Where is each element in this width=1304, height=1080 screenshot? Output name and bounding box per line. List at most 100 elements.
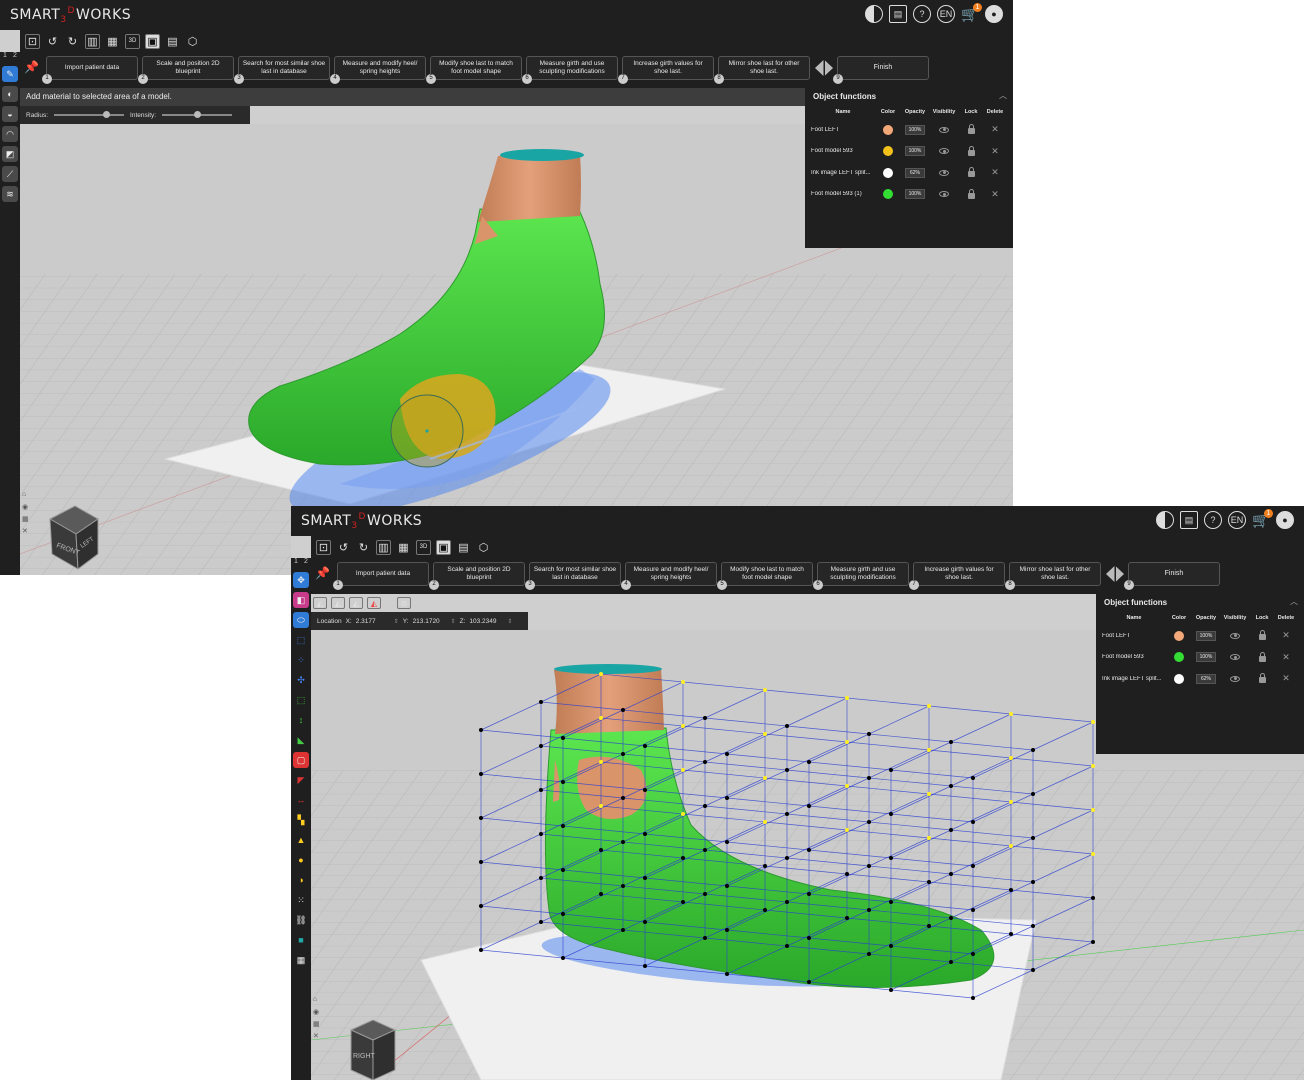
cage-mode-1-icon[interactable]: ◭ [313,597,327,609]
cage-control-point[interactable] [1009,712,1013,716]
cage-control-point[interactable] [643,964,647,968]
eye-view-icon[interactable]: ◉ [313,1008,323,1016]
redo-icon[interactable]: ↻ [65,34,80,49]
eye-icon[interactable] [939,126,949,133]
collapse-icon[interactable]: ︿ [999,90,1007,101]
square-red-icon[interactable]: ▢ [293,752,309,768]
cage-control-point[interactable] [599,672,603,676]
cage-control-point[interactable] [725,928,729,932]
frame-icon[interactable]: ⊡ [316,539,331,555]
cage-control-point[interactable] [1009,756,1013,760]
delete-icon[interactable]: ✕ [1282,673,1290,684]
left-tab-1[interactable]: 1 [3,52,7,62]
step-nav-arrows-icon[interactable] [1106,566,1124,582]
cage-control-point[interactable] [599,892,603,896]
cage-control-point[interactable] [807,760,811,764]
vertical-measure-icon[interactable]: ↕ [293,712,309,728]
sphere-combine-icon[interactable]: ◑ [293,872,309,888]
step-button-2[interactable]: Scale and position 2D blueprint 2 [138,56,234,84]
cage-control-point[interactable] [681,768,685,772]
cage-control-point[interactable] [785,944,789,948]
report-icon[interactable]: ▤ [165,34,180,49]
cage-control-point[interactable] [539,920,543,924]
lock-icon[interactable] [967,167,975,178]
cage-control-point[interactable] [1009,800,1013,804]
left-tab-2[interactable]: 2 [304,558,308,568]
cage-control-point[interactable] [889,944,893,948]
cage-control-point[interactable] [539,744,543,748]
step-nav-arrows-icon[interactable] [815,60,833,76]
contrast-icon[interactable] [865,5,883,23]
cage-control-point[interactable] [927,704,931,708]
pinch-tool-icon[interactable]: ◩ [2,146,18,162]
step-button-3[interactable]: Search for most similar shoe last in dat… [525,562,621,590]
cart-icon[interactable]: 🛒 1 [961,3,982,23]
delete-icon[interactable]: ✕ [991,167,999,178]
cage-control-point[interactable] [971,996,975,1000]
add-material-tool-icon[interactable]: ✎ [2,66,18,82]
finish-button[interactable]: Finish 9 [1124,562,1220,590]
x-field[interactable]: 2.3177 [356,618,390,625]
z-spinner-icon[interactable]: ⇕ [507,618,512,625]
step-button-8[interactable]: Mirror shoe last for other shoe last. 8 [1005,562,1101,590]
cage-control-point[interactable] [479,948,483,952]
lock-icon[interactable] [1258,673,1266,684]
y-field[interactable]: 213.1720 [413,618,447,625]
step-button-4[interactable]: Measure and modify heel/ spring heights 4 [330,56,426,84]
step-button-7[interactable]: Increase girth values for shoe last. 7 [909,562,1005,590]
cage-control-point[interactable] [867,908,871,912]
object-color-swatch[interactable] [1174,673,1184,684]
cage-control-point[interactable] [643,876,647,880]
step-button-4[interactable]: Measure and modify heel/ spring heights 4 [621,562,717,590]
cage-control-point[interactable] [845,696,849,700]
width-measure-icon[interactable]: ↔ [293,792,309,808]
cage-control-point[interactable] [1031,968,1035,972]
object-row[interactable]: Ink image LEFT split... 62% ✕ [805,162,1013,184]
pin-icon[interactable]: 📌 [315,566,331,582]
cage-control-point[interactable] [889,768,893,772]
remove-material-tool-icon[interactable]: ◐ [2,86,18,102]
cage-control-point[interactable] [703,848,707,852]
help-icon[interactable]: ? [1204,511,1222,529]
cage-control-point[interactable] [621,708,625,712]
cage-control-point[interactable] [763,820,767,824]
frame-icon[interactable]: ⊡ [25,33,40,49]
chart-icon[interactable]: ▥ [85,33,100,49]
cage-control-point[interactable] [927,836,931,840]
cage-control-point[interactable] [621,884,625,888]
cage-control-point[interactable] [479,816,483,820]
cage-control-point[interactable] [561,912,565,916]
cage-control-point[interactable] [971,776,975,780]
corner-red-icon[interactable]: ◤ [293,772,309,788]
cage-control-point[interactable] [703,716,707,720]
eye-icon[interactable] [939,169,949,176]
step-button-1[interactable]: Import patient data 1 [333,562,429,590]
undo-icon[interactable]: ↺ [45,34,60,49]
left-tab-2[interactable]: 2 [13,52,17,62]
cart-icon[interactable]: 🛒 1 [1252,509,1273,529]
language-icon[interactable]: EN [937,5,955,23]
cage-control-point[interactable] [949,960,953,964]
cage-control-point[interactable] [725,884,729,888]
object-row[interactable]: Foot model 593 100% ✕ [1096,647,1304,669]
cage-control-point[interactable] [681,680,685,684]
cage-control-point[interactable] [807,804,811,808]
cage-control-point[interactable] [643,920,647,924]
delete-icon[interactable]: ✕ [991,189,999,200]
cage-control-point[interactable] [763,864,767,868]
spheres-icon[interactable]: ● [293,852,309,868]
knife-tool-icon[interactable]: ⟋ [2,166,18,182]
points-icon[interactable]: ⁘ [293,652,309,668]
smooth-tool-icon[interactable]: ◒ [2,106,18,122]
teal-cube-icon[interactable]: ■ [293,932,309,948]
x-spinner-icon[interactable]: ⇕ [394,618,399,625]
save-icon[interactable]: ▣ [436,539,451,555]
cage-control-point[interactable] [845,828,849,832]
cage-control-point[interactable] [845,872,849,876]
cage-control-point[interactable] [763,688,767,692]
cage-control-point[interactable] [1091,720,1095,724]
cage-control-point[interactable] [807,936,811,940]
cage-mode-4-icon[interactable]: ◭ [367,597,381,609]
eye-icon[interactable] [939,191,949,198]
cage-control-point[interactable] [1031,880,1035,884]
